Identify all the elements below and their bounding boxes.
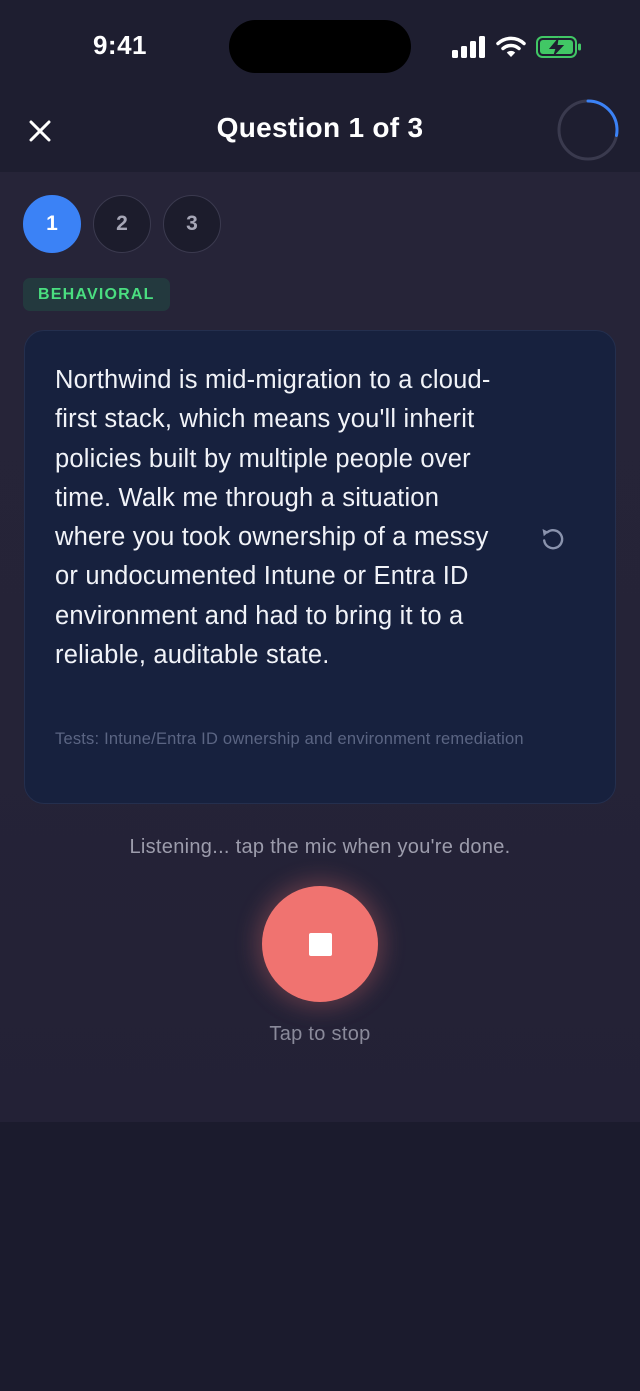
status-time: 9:41	[92, 30, 148, 60]
timer-ring	[557, 99, 619, 161]
status-icons	[452, 34, 582, 60]
cellular-signal-icon	[452, 36, 485, 58]
question-stepper: 1 2 3	[23, 195, 221, 253]
interview-screen: 9:41 Question 1 of 3 1 2 3 BEHAVIORAL No…	[0, 0, 640, 1391]
page-title: Question 1 of 3	[216, 112, 424, 143]
close-button[interactable]	[20, 111, 60, 151]
question-text: Northwind is mid-migration to a cloud-fi…	[55, 366, 491, 670]
battery-charging-icon	[536, 36, 581, 58]
question-tests-note: Tests: Intune/Entra ID ownership and env…	[55, 730, 524, 748]
step-1[interactable]: 1	[23, 195, 81, 253]
question-panel: 1 2 3 BEHAVIORAL Northwind is mid-migrat…	[0, 172, 640, 1122]
question-card: Northwind is mid-migration to a cloud-fi…	[24, 330, 616, 804]
wifi-icon	[496, 36, 526, 57]
replay-icon[interactable]	[538, 524, 566, 552]
step-2[interactable]: 2	[93, 195, 151, 253]
stop-recording-button[interactable]	[262, 886, 378, 1002]
step-3[interactable]: 3	[163, 195, 221, 253]
dynamic-island	[229, 20, 411, 73]
top-bar: 9:41 Question 1 of 3	[0, 0, 640, 172]
close-icon	[29, 120, 51, 142]
stop-icon	[308, 932, 332, 956]
bottom-area	[0, 1122, 640, 1391]
listening-status: Listening... tap the mic when you're don…	[129, 836, 511, 858]
tap-to-stop-label: Tap to stop	[269, 1023, 371, 1045]
category-badge: BEHAVIORAL	[23, 278, 170, 311]
